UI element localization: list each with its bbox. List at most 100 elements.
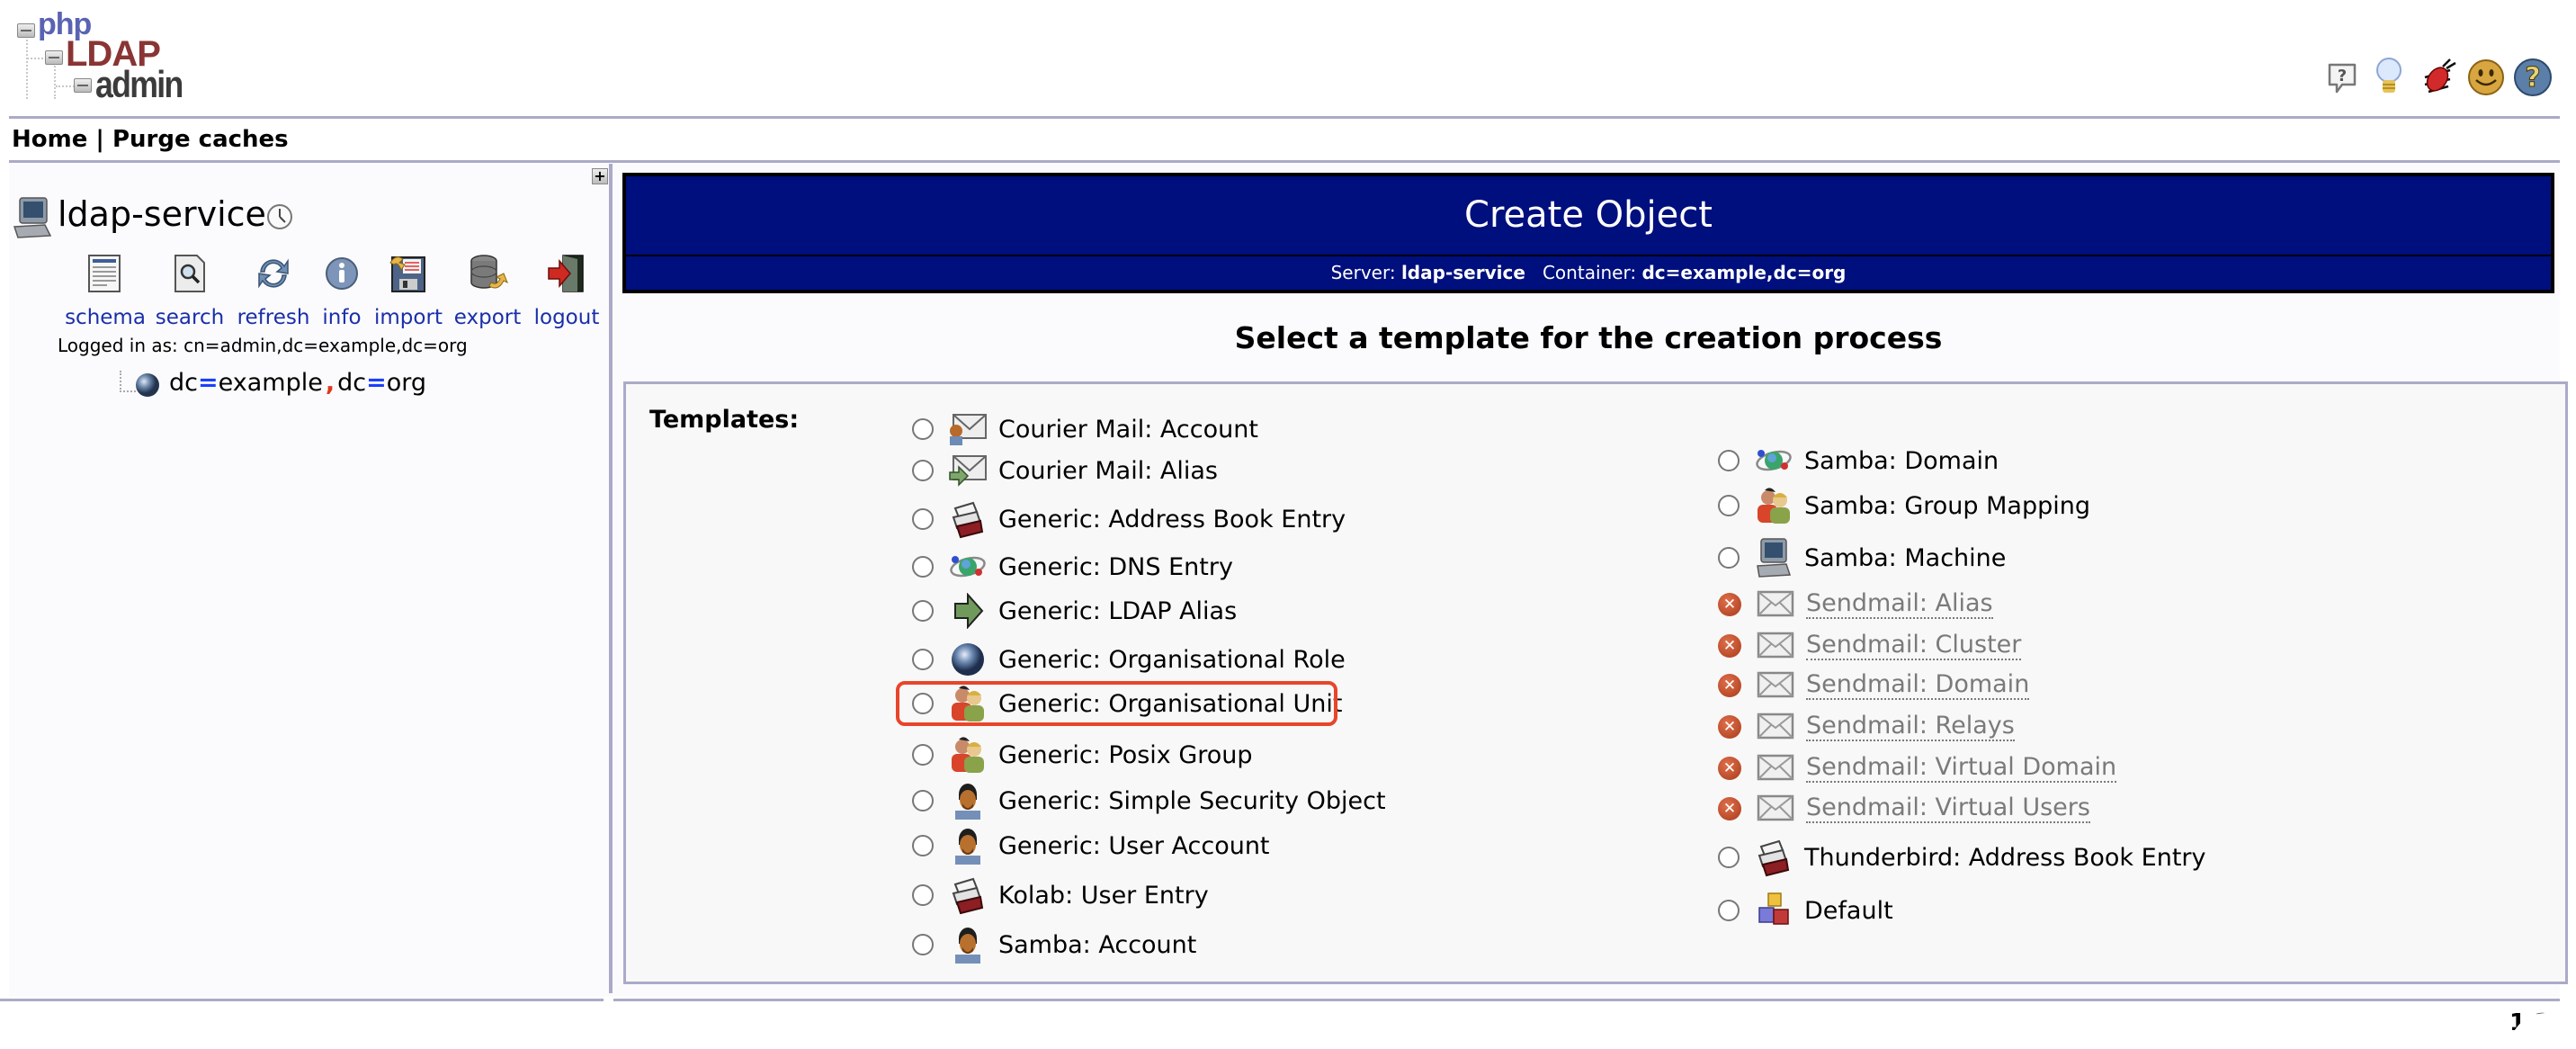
template-option[interactable]: Generic: User Account	[912, 828, 1270, 865]
container-value: dc=example,dc=org	[1641, 262, 1847, 283]
template-label[interactable]: Generic: Organisational Role	[998, 646, 1346, 674]
template-option[interactable]: Generic: LDAP Alias	[912, 593, 1237, 629]
template-label: Sendmail: Domain	[1806, 670, 2030, 700]
template-radio[interactable]	[912, 418, 934, 440]
import-icon	[387, 252, 430, 295]
breadcrumb-separator: |	[87, 126, 112, 153]
mail-icon	[1756, 750, 1795, 786]
template-label[interactable]: Default	[1804, 897, 1893, 925]
logo-collapse-box	[45, 50, 63, 65]
container-label: Container:	[1542, 262, 1637, 283]
template-option[interactable]: Generic: Organisational Role	[912, 641, 1346, 677]
template-label[interactable]: Generic: Simple Security Object	[998, 787, 1386, 815]
template-option[interactable]: Courier Mail: Account	[912, 411, 1258, 447]
template-label[interactable]: Samba: Domain	[1804, 447, 1999, 475]
template-radio[interactable]	[912, 884, 934, 906]
template-label[interactable]: Generic: DNS Entry	[998, 553, 1233, 581]
help-bubble-icon[interactable]: ?	[2322, 58, 2362, 97]
template-label[interactable]: Kolab: User Entry	[998, 882, 1209, 910]
dn-comma: ,	[325, 369, 335, 397]
template-radio[interactable]	[912, 649, 934, 670]
unavailable-icon: ✕	[1718, 634, 1741, 658]
info-button[interactable]: info	[318, 252, 365, 329]
template-label[interactable]: Generic: User Account	[998, 832, 1270, 860]
template-radio[interactable]	[912, 600, 934, 622]
template-option[interactable]: Courier Mail: Alias	[912, 453, 1218, 489]
logo-admin: admin	[95, 63, 183, 105]
dn-attr: dc	[169, 369, 198, 397]
bug-icon[interactable]	[2418, 58, 2457, 97]
template-radio[interactable]	[912, 744, 934, 766]
server-name[interactable]: ldap-service	[58, 194, 266, 234]
template-label[interactable]: Generic: Address Book Entry	[998, 506, 1346, 533]
template-option[interactable]: Generic: Address Book Entry	[912, 501, 1346, 539]
template-radio[interactable]	[912, 693, 934, 714]
page-subheader: Server: ldap-service Container: dc=examp…	[622, 255, 2554, 293]
template-option[interactable]: Default	[1718, 892, 1893, 928]
search-button[interactable]: search	[151, 252, 228, 329]
user-icon	[948, 783, 988, 820]
expand-sidebar-button[interactable]: +	[592, 168, 608, 184]
template-option[interactable]: Generic: Posix Group	[912, 737, 1253, 773]
template-label[interactable]: Thunderbird: Address Book Entry	[1804, 844, 2206, 872]
template-option[interactable]: Thunderbird: Address Book Entry	[1718, 839, 2206, 877]
template-option[interactable]: Generic: Organisational Unit	[912, 686, 1342, 722]
import-button[interactable]: import	[372, 252, 444, 329]
template-radio[interactable]	[1718, 450, 1740, 471]
template-radio[interactable]	[912, 835, 934, 856]
template-label[interactable]: Samba: Group Mapping	[1804, 492, 2090, 520]
template-option: ✕ Sendmail: Relays	[1718, 709, 2015, 745]
template-label[interactable]: Courier Mail: Alias	[998, 457, 1218, 485]
help-circle-icon[interactable]: ?	[2513, 58, 2553, 97]
template-option[interactable]: Samba: Machine	[1718, 538, 2006, 578]
logout-button[interactable]: logout	[531, 252, 603, 329]
template-option[interactable]: Generic: Simple Security Object	[912, 783, 1386, 820]
template-label[interactable]: Samba: Account	[998, 931, 1196, 959]
template-label[interactable]: Generic: Posix Group	[998, 741, 1253, 769]
home-link[interactable]: Home	[12, 126, 87, 153]
template-radio[interactable]	[912, 790, 934, 811]
user-icon	[948, 828, 988, 865]
schema-button[interactable]: schema	[65, 252, 146, 329]
template-radio[interactable]	[1718, 547, 1740, 569]
template-radio[interactable]	[912, 934, 934, 955]
search-label: search	[155, 306, 225, 329]
refresh-button[interactable]: refresh	[234, 252, 313, 329]
tree-root-entry[interactable]: dc=example, dc=org	[169, 369, 426, 397]
logout-icon	[545, 252, 588, 295]
template-option[interactable]: Samba: Domain	[1718, 443, 1999, 479]
sidebar-divider[interactable]	[609, 164, 613, 993]
template-radio[interactable]	[1718, 900, 1740, 921]
template-label[interactable]: Generic: LDAP Alias	[998, 597, 1237, 625]
templates-label: Templates:	[649, 406, 800, 434]
template-option[interactable]: Samba: Account	[912, 927, 1196, 964]
group-icon	[948, 737, 988, 773]
template-radio[interactable]	[912, 556, 934, 578]
smiley-icon[interactable]	[2466, 58, 2506, 97]
globe-icon	[135, 372, 160, 398]
template-radio[interactable]	[1718, 495, 1740, 516]
template-option[interactable]: Samba: Group Mapping	[1718, 488, 2090, 524]
template-prompt: Select a template for the creation proce…	[1234, 320, 1943, 355]
template-option: ✕ Sendmail: Domain	[1718, 668, 2030, 704]
template-option[interactable]: Kolab: User Entry	[912, 877, 1209, 915]
template-label[interactable]: Generic: Organisational Unit	[998, 690, 1342, 718]
dns-icon	[1754, 443, 1793, 479]
template-label[interactable]: Samba: Machine	[1804, 544, 2006, 572]
mail-alias-icon	[948, 453, 988, 489]
template-option[interactable]: Generic: DNS Entry	[912, 549, 1233, 585]
template-radio[interactable]	[1718, 847, 1740, 868]
mail-icon	[1756, 709, 1795, 745]
user-icon	[948, 927, 988, 964]
template-radio[interactable]	[912, 460, 934, 481]
lightbulb-icon[interactable]	[2369, 58, 2409, 97]
unavailable-icon: ✕	[1718, 797, 1741, 820]
group-icon	[948, 686, 988, 722]
unavailable-icon: ✕	[1718, 674, 1741, 697]
purge-caches-link[interactable]: Purge caches	[112, 126, 289, 153]
template-label: Sendmail: Alias	[1806, 589, 1993, 619]
export-button[interactable]: export	[450, 252, 525, 329]
export-label: export	[453, 306, 522, 329]
template-label[interactable]: Courier Mail: Account	[998, 416, 1258, 444]
template-radio[interactable]	[912, 508, 934, 530]
